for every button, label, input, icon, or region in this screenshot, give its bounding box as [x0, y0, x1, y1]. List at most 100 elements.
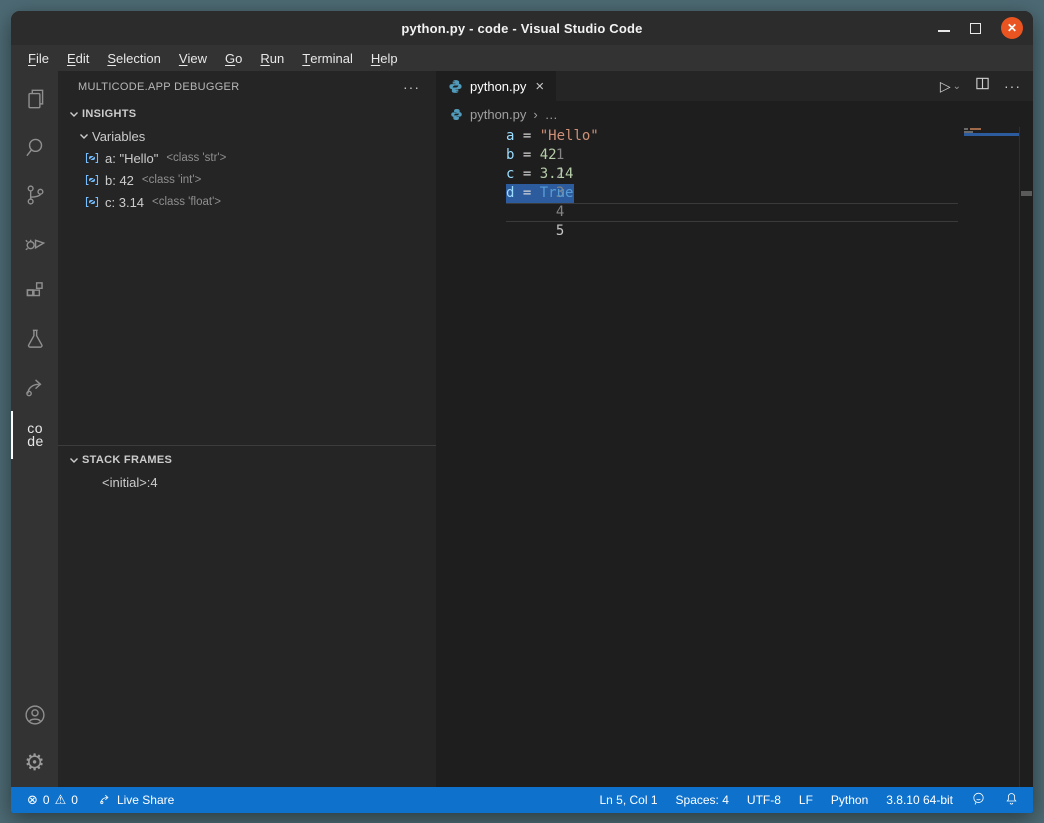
variables-label: Variables — [92, 129, 145, 144]
line-number[interactable]: 5 — [520, 222, 564, 241]
tab-close-icon[interactable]: × — [533, 78, 546, 95]
variable-b-value: b: 42 — [105, 173, 134, 188]
problems-status[interactable]: ⊗ 0 ⚠ 0 — [27, 793, 78, 807]
menu-go[interactable]: Go — [216, 45, 251, 71]
run-icon: ▷ — [940, 78, 951, 95]
live-share-icon[interactable] — [11, 363, 58, 411]
menu-help[interactable]: Help — [362, 45, 407, 71]
feedback-icon[interactable] — [971, 791, 986, 809]
breadcrumb-file[interactable]: python.py — [470, 107, 526, 122]
menu-view[interactable]: View — [170, 45, 216, 71]
section-stack-frames[interactable]: STACK FRAMES — [58, 449, 436, 471]
warnings-icon: ⚠ — [55, 794, 67, 807]
close-button[interactable]: ✕ — [1001, 17, 1023, 39]
scrollbar-track — [1019, 127, 1020, 787]
minimize-button[interactable] — [938, 30, 950, 32]
variable-c-value: c: 3.14 — [105, 195, 144, 210]
indentation-status[interactable]: Spaces: 4 — [676, 793, 729, 807]
minimap-selection — [964, 133, 1020, 136]
insights-label: INSIGHTS — [82, 108, 136, 120]
chevron-down-icon — [66, 106, 82, 122]
source-control-icon[interactable] — [11, 171, 58, 219]
split-editor-icon[interactable] — [975, 76, 990, 96]
variable-b-type: <class 'int'> — [142, 174, 201, 186]
python-file-icon — [450, 108, 463, 121]
tab-label: python.py — [470, 79, 526, 94]
tab-python-py[interactable]: python.py × — [436, 71, 556, 101]
variable-c-type: <class 'float'> — [152, 196, 221, 208]
python-interpreter-status[interactable]: 3.8.10 64-bit — [886, 793, 953, 807]
errors-icon: ⊗ — [27, 794, 38, 807]
breadcrumb-more[interactable]: … — [545, 107, 558, 122]
notifications-bell-icon[interactable] — [1004, 791, 1019, 809]
testing-icon[interactable] — [11, 315, 58, 363]
sidebar-title: MULTICODE.APP DEBUGGER — [78, 81, 403, 93]
cursor-position-status[interactable]: Ln 5, Col 1 — [599, 793, 657, 807]
window-controls: ✕ — [938, 11, 1023, 45]
activity-bar: co de ⚙ — [11, 71, 58, 787]
variable-a-type: <class 'str'> — [166, 152, 226, 164]
code-line-2: 2 b = 42 — [436, 146, 1033, 165]
variable-row-b[interactable]: b: 42 <class 'int'> — [58, 169, 436, 191]
variable-row-a[interactable]: a: "Hello" <class 'str'> — [58, 147, 436, 169]
live-share-label: Live Share — [117, 793, 174, 807]
live-share-status[interactable]: Live Share — [98, 792, 174, 809]
title-bar[interactable]: python.py - code - Visual Studio Code ✕ — [11, 11, 1033, 45]
vscode-window: python.py - code - Visual Studio Code ✕ … — [11, 11, 1033, 813]
code-line-1: 1 a = "Hello" — [436, 127, 1033, 146]
maximize-button[interactable] — [970, 23, 981, 34]
menu-bar: File Edit Selection View Go Run Terminal… — [11, 45, 1033, 71]
extensions-icon[interactable] — [11, 267, 58, 315]
run-dropdown-icon: ⌄ — [953, 81, 961, 92]
status-bar: ⊗ 0 ⚠ 0 Live Share Ln 5, Col 1 Spaces: 4… — [11, 787, 1033, 813]
code-app-text-2: de — [27, 435, 44, 448]
symbol-variable-icon — [84, 194, 100, 210]
code-line-3: 3 c = 3.14 — [436, 165, 1033, 184]
run-button[interactable]: ▷ ⌄ — [940, 78, 961, 95]
minimap[interactable] — [960, 127, 1020, 207]
stack-frame-text: <initial>:4 — [102, 475, 158, 490]
menu-edit[interactable]: Edit — [58, 45, 98, 71]
breadcrumb[interactable]: python.py › … — [436, 101, 1033, 127]
language-mode-status[interactable]: Python — [831, 793, 868, 807]
section-divider — [58, 445, 436, 446]
run-and-debug-icon[interactable] — [11, 219, 58, 267]
chevron-down-icon — [76, 128, 92, 144]
symbol-variable-icon — [84, 150, 100, 166]
code-editor[interactable]: 1 a = "Hello" 2 b = 42 3 c = 3.14 4 d = … — [436, 127, 1033, 787]
sidebar-debugger: MULTICODE.APP DEBUGGER ··· INSIGHTS Vari… — [58, 71, 436, 787]
variable-row-c[interactable]: c: 3.14 <class 'float'> — [58, 191, 436, 213]
code-app-icon[interactable]: co de — [11, 411, 58, 459]
python-file-icon — [448, 79, 463, 94]
variable-a-value: a: "Hello" — [105, 151, 158, 166]
live-share-icon — [98, 792, 112, 809]
editor-group: python.py × ▷ ⌄ ··· — [436, 71, 1033, 787]
explorer-icon[interactable] — [11, 75, 58, 123]
tree-item-variables[interactable]: Variables — [58, 125, 436, 147]
more-actions-icon[interactable]: ··· — [403, 79, 420, 95]
warnings-count: 0 — [71, 793, 78, 807]
editor-more-actions-icon[interactable]: ··· — [1004, 78, 1021, 94]
menu-run[interactable]: Run — [251, 45, 293, 71]
search-icon[interactable] — [11, 123, 58, 171]
section-insights[interactable]: INSIGHTS — [58, 103, 436, 125]
window-title: python.py - code - Visual Studio Code — [401, 21, 642, 36]
stack-frame-item[interactable]: <initial>:4 — [58, 471, 436, 493]
scrollbar-thumb[interactable] — [1021, 191, 1032, 196]
errors-count: 0 — [43, 793, 50, 807]
settings-gear-icon[interactable]: ⚙ — [11, 739, 58, 787]
tab-bar: python.py × ▷ ⌄ ··· — [436, 71, 1033, 101]
menu-selection[interactable]: Selection — [98, 45, 169, 71]
stack-frames-label: STACK FRAMES — [82, 454, 172, 466]
code-line-4: 4 d = True — [436, 184, 1033, 203]
breadcrumb-separator-icon: › — [533, 107, 537, 122]
menu-terminal[interactable]: Terminal — [293, 45, 362, 71]
encoding-status[interactable]: UTF-8 — [747, 793, 781, 807]
symbol-variable-icon — [84, 172, 100, 188]
accounts-icon[interactable] — [11, 691, 58, 739]
menu-file[interactable]: File — [19, 45, 58, 71]
tab-bar-empty — [556, 71, 940, 101]
eol-status[interactable]: LF — [799, 793, 813, 807]
chevron-down-icon — [66, 452, 82, 468]
code-line-5: 5 — [436, 203, 1033, 222]
